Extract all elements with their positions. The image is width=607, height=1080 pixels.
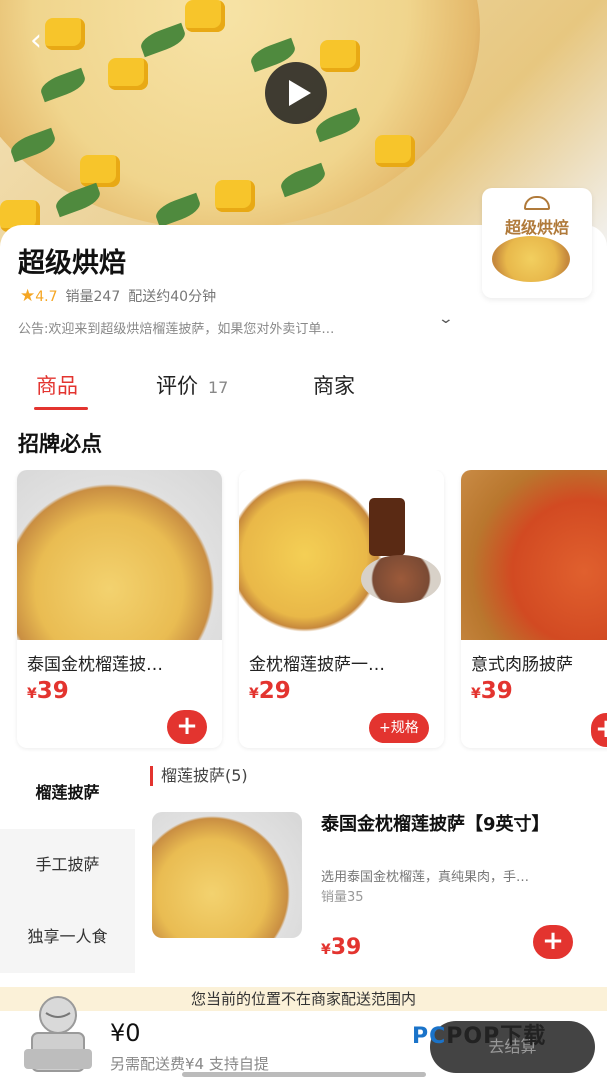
tab-reviews-label: 评价 (156, 374, 198, 398)
wings-plate (361, 555, 441, 603)
featured-card[interactable]: 泰国金枕榴莲披… ¥39 + (17, 470, 222, 748)
chef-hat-icon (524, 196, 550, 210)
featured-card[interactable]: 意式肉肠披萨 ¥39 + (461, 470, 607, 748)
product-image (239, 470, 444, 640)
product-price: ¥39 (471, 678, 513, 704)
star-icon: ★ (20, 286, 36, 306)
pineapple-topping (80, 155, 120, 187)
featured-card[interactable]: 金枕榴莲披萨一… ¥29 +规格 (239, 470, 444, 748)
pineapple-topping (185, 0, 225, 32)
pineapple-topping (215, 180, 255, 212)
product-description: 选用泰国金枕榴莲，真纯果肉，手… (321, 870, 530, 885)
shop-name: 超级烘焙 (18, 248, 126, 279)
shop-notice[interactable]: 公告:欢迎来到超级烘焙榴莲披萨，如果您对外卖订单… (18, 318, 334, 337)
product-price: ¥29 (249, 678, 291, 704)
tab-products[interactable]: 商品 (36, 370, 78, 400)
shop-sales: 销量247 (65, 289, 121, 305)
cart-mascot-icon[interactable] (18, 993, 98, 1077)
product-price: ¥39 (27, 678, 69, 704)
add-to-cart-button[interactable]: + (591, 713, 607, 747)
product-name: 泰国金枕榴莲披… (27, 655, 163, 675)
add-to-cart-button[interactable]: + (533, 925, 573, 959)
product-image[interactable] (152, 812, 302, 938)
shop-logo: 超级烘焙 (482, 188, 592, 298)
add-to-cart-button[interactable]: + (167, 710, 207, 744)
product-name[interactable]: 泰国金枕榴莲披萨【9英寸】 (321, 812, 581, 838)
shop-tabs: 商品 评价 17 商家 (0, 355, 607, 415)
pineapple-topping (108, 58, 148, 90)
tab-active-indicator (34, 407, 88, 410)
shop-meta: ★4.7 销量247 配送约40分钟 (20, 286, 224, 306)
tab-merchant[interactable]: 商家 (313, 370, 355, 400)
list-section-heading: 榴莲披萨(5) (150, 766, 248, 786)
category-single-meal[interactable]: 独享一人食 (0, 901, 135, 973)
shop-rating: 4.7 (35, 289, 58, 305)
pineapple-topping (320, 40, 360, 72)
delivery-time: 配送约40分钟 (128, 289, 217, 305)
category-durian-pizza[interactable]: 榴莲披萨 (0, 757, 135, 829)
product-name: 金枕榴莲披萨一… (249, 655, 385, 675)
logo-pizza-image (492, 236, 570, 282)
product-price: ¥39 (321, 935, 362, 960)
review-count: 17 (208, 378, 229, 397)
product-sales: 销量35 (321, 890, 364, 905)
category-handmade-pizza[interactable]: 手工披萨 (0, 829, 135, 901)
product-image (461, 470, 607, 640)
featured-title: 招牌必点 (18, 432, 102, 456)
watermark: PCPOP下载 (412, 1024, 547, 1049)
back-icon[interactable]: ‹ (30, 26, 56, 56)
home-indicator[interactable] (182, 1072, 426, 1077)
cart-total: ¥0 (110, 1019, 141, 1047)
featured-carousel[interactable]: 泰国金枕榴莲披… ¥39 + 金枕榴莲披萨一… ¥29 +规格 意式肉肠披萨 ¥… (0, 470, 607, 752)
play-icon[interactable] (265, 62, 327, 124)
pineapple-topping (375, 135, 415, 167)
product-name: 意式肉肠披萨 (471, 655, 573, 675)
chevron-down-icon[interactable]: ⌄ (438, 311, 454, 327)
category-sidebar: 榴莲披萨 手工披萨 独享一人食 (0, 755, 135, 990)
logo-text: 超级烘焙 (504, 218, 569, 237)
tab-reviews[interactable]: 评价 17 (156, 370, 228, 400)
delivery-fee-note: 另需配送费¥4 支持自提 (110, 1055, 269, 1073)
cola-glass (369, 498, 405, 556)
product-image (17, 470, 222, 640)
select-spec-button[interactable]: +规格 (369, 713, 429, 743)
